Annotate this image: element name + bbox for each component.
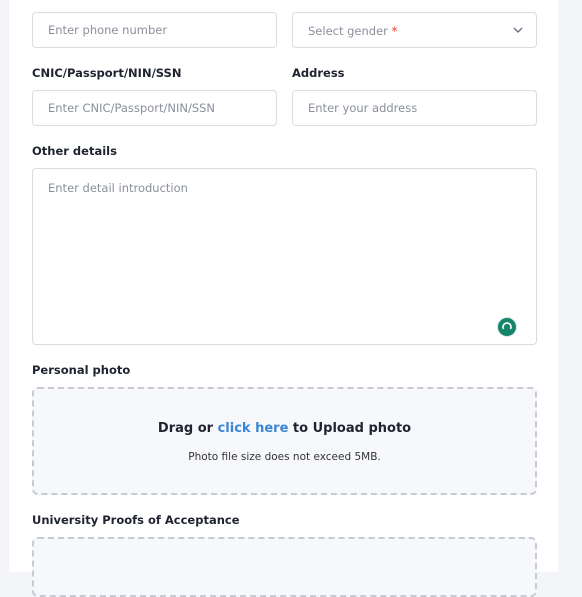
phone-field[interactable] [32,12,277,48]
proofs-label: University Proofs of Acceptance [32,513,240,527]
photo-dropzone[interactable]: Drag or click here to Upload photo Photo… [32,387,537,495]
gender-select[interactable]: Select gender * [292,12,537,48]
chevron-down-icon [513,27,523,33]
other-details-field[interactable] [32,168,537,345]
id-doc-label: CNIC/Passport/NIN/SSN [32,66,182,80]
address-field[interactable] [292,90,537,126]
address-label: Address [292,66,345,80]
other-details-label: Other details [32,144,117,158]
required-mark: * [391,24,398,38]
personal-photo-label: Personal photo [32,363,131,377]
dropzone-title: Drag or click here to Upload photo [157,421,412,436]
address-input[interactable] [293,91,536,125]
phone-input[interactable] [33,13,276,47]
grammarly-glyph [502,322,512,330]
grammarly-icon[interactable] [497,317,517,337]
gender-placeholder: Select gender * [308,24,398,38]
form-panel: Select gender * CNIC/Passport/NIN/SSN Ad… [9,0,558,597]
id-doc-input[interactable] [33,91,276,125]
dropzone-hint: Photo file size does not exceed 5MB. [188,451,381,463]
id-doc-field[interactable] [32,90,277,126]
other-details-textarea[interactable] [33,169,536,344]
click-here-link[interactable]: click here [218,421,289,436]
proofs-dropzone[interactable] [32,537,537,597]
